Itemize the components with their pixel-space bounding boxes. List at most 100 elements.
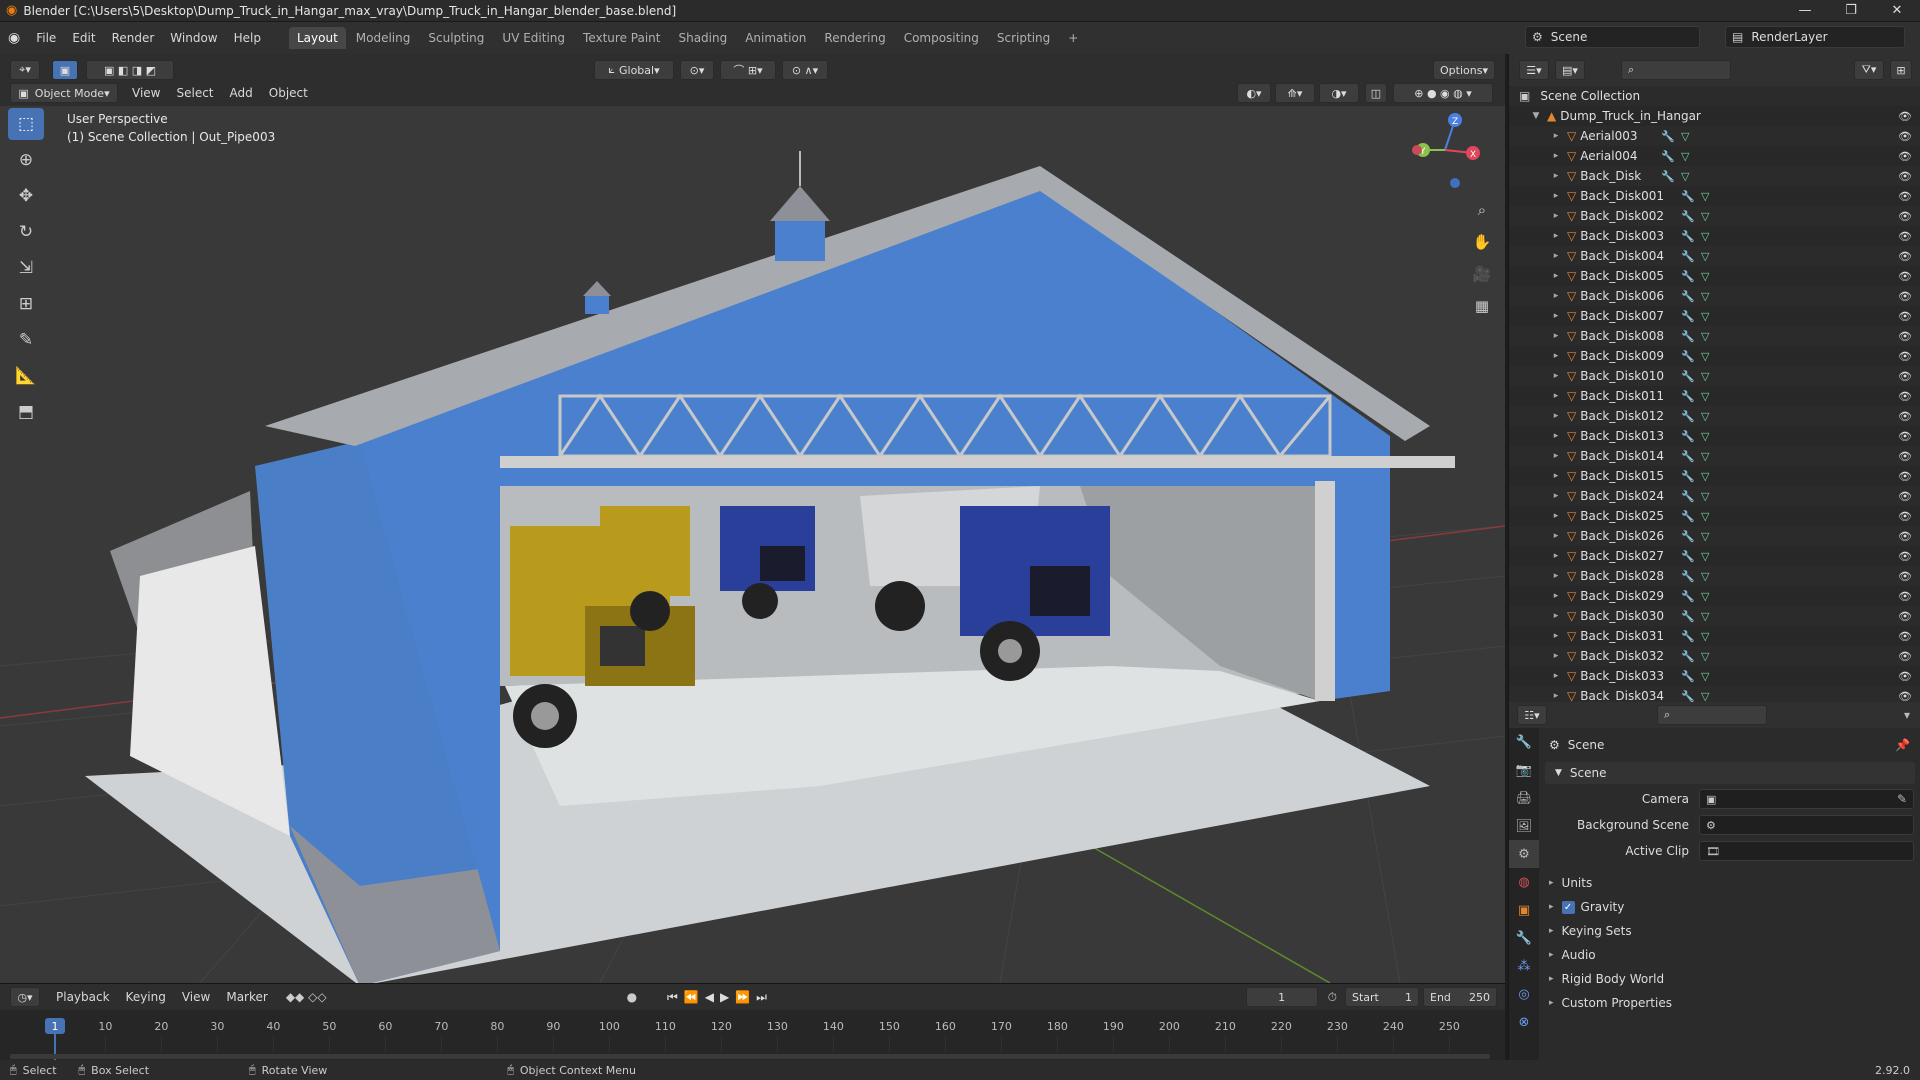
visibility-eye-icon[interactable]: 👁 [1898, 350, 1912, 363]
outliner-row-object[interactable]: ▸ ▽ Back_Disk028 🔧 ▽ 👁 [1509, 566, 1920, 586]
visibility-eye-icon[interactable]: 👁 [1898, 290, 1912, 303]
expand-arrow-icon[interactable]: ▸ [1549, 411, 1563, 421]
expand-arrow-icon[interactable]: ▸ [1549, 531, 1563, 541]
expand-arrow-icon[interactable]: ▸ [1549, 231, 1563, 241]
expand-arrow-icon[interactable]: ▸ [1549, 511, 1563, 521]
expand-arrow-icon[interactable]: ▸ [1549, 151, 1563, 161]
navigation-gizmo[interactable]: Z X Y [1405, 105, 1485, 195]
expand-arrow-icon[interactable]: ▸ [1549, 351, 1563, 361]
properties-search-input[interactable]: ⌕ [1657, 705, 1767, 725]
outliner-row-object[interactable]: ▸ ▽ Back_Disk010 🔧 ▽ 👁 [1509, 366, 1920, 386]
gravity-checkbox[interactable]: ✓ [1561, 900, 1575, 914]
outliner-row-object[interactable]: ▸ ▽ Back_Disk012 🔧 ▽ 👁 [1509, 406, 1920, 426]
mesh-data-icon[interactable]: ▽ [1701, 590, 1709, 603]
cursor-tool[interactable]: ⊕ [8, 144, 44, 176]
expand-arrow-icon[interactable]: ▸ [1549, 691, 1563, 701]
mesh-data-icon[interactable]: ▽ [1701, 610, 1709, 623]
menu-edit[interactable]: Edit [64, 31, 103, 45]
expand-arrow-icon[interactable]: ▸ [1549, 451, 1563, 461]
minimize-button[interactable]: — [1782, 0, 1828, 22]
visibility-eye-icon[interactable]: 👁 [1898, 670, 1912, 683]
visibility-eye-icon[interactable]: 👁 [1898, 230, 1912, 243]
expand-arrow-icon[interactable]: ▸ [1549, 631, 1563, 641]
modifier-wrench-icon[interactable]: 🔧 [1681, 330, 1695, 343]
mesh-data-icon[interactable]: ▽ [1701, 410, 1709, 423]
tab-tool[interactable]: 🔧 [1509, 728, 1539, 756]
tab-sculpting[interactable]: Sculpting [420, 27, 492, 49]
annotate-tool[interactable]: ✎ [8, 324, 44, 356]
viewport-menu-view[interactable]: View [124, 86, 168, 100]
mesh-data-icon[interactable]: ▽ [1701, 290, 1709, 303]
outliner-row-object[interactable]: ▸ ▽ Aerial004 🔧 ▽ 👁 [1509, 146, 1920, 166]
outliner-search-input[interactable]: ⌕ [1621, 60, 1731, 80]
modifier-wrench-icon[interactable]: 🔧 [1681, 410, 1695, 423]
filter-button[interactable]: ⛛▾ [1854, 60, 1884, 80]
section-header-gravity[interactable]: ▸ ✓ Gravity [1549, 896, 1915, 918]
modifier-wrench-icon[interactable]: 🔧 [1661, 130, 1675, 143]
collapse-arrow-icon[interactable]: ▼ [1529, 111, 1543, 121]
expand-arrow-icon[interactable]: ▸ [1549, 131, 1563, 141]
expand-arrow-icon[interactable]: ▸ [1549, 191, 1563, 201]
timeline-scrollbar[interactable] [10, 1054, 1490, 1059]
selection-mode-buttons[interactable]: ▣ ◧ ◨ ◩ [86, 60, 174, 80]
tab-particles[interactable]: ⁂ [1509, 952, 1539, 980]
outliner-row-object[interactable]: ▸ ▽ Back_Disk033 🔧 ▽ 👁 [1509, 666, 1920, 686]
expand-arrow-icon[interactable]: ▸ [1549, 271, 1563, 281]
pin-icon[interactable]: 📌 [1895, 738, 1910, 752]
expand-arrow-icon[interactable]: ▸ [1549, 471, 1563, 481]
add-workspace-button[interactable]: + [1060, 27, 1086, 49]
modifier-wrench-icon[interactable]: 🔧 [1681, 270, 1695, 283]
playback-controls[interactable]: ⏮⏪◀▶⏩⏭ [667, 990, 773, 1005]
expand-arrow-icon[interactable]: ▸ [1549, 211, 1563, 221]
visibility-eye-icon[interactable]: 👁 [1898, 110, 1912, 123]
menu-window[interactable]: Window [162, 31, 225, 45]
mesh-data-icon[interactable]: ▽ [1701, 530, 1709, 543]
mesh-data-icon[interactable]: ▽ [1701, 210, 1709, 223]
outliner-row-object[interactable]: ▸ ▽ Back_Disk006 🔧 ▽ 👁 [1509, 286, 1920, 306]
outliner-row-object[interactable]: ▸ ▽ Back_Disk025 🔧 ▽ 👁 [1509, 506, 1920, 526]
expand-arrow-icon[interactable]: ▸ [1549, 331, 1563, 341]
visibility-eye-icon[interactable]: 👁 [1898, 470, 1912, 483]
tab-scene[interactable]: ⚙ [1509, 840, 1539, 868]
visibility-eye-icon[interactable]: 👁 [1898, 550, 1912, 563]
outliner-row-object[interactable]: ▸ ▽ Back_Disk004 🔧 ▽ 👁 [1509, 246, 1920, 266]
outliner-row-object[interactable]: ▸ ▽ Back_Disk013 🔧 ▽ 👁 [1509, 426, 1920, 446]
modifier-wrench-icon[interactable]: 🔧 [1681, 430, 1695, 443]
expand-arrow-icon[interactable]: ▸ [1549, 611, 1563, 621]
field-input-background-scene[interactable]: ⚙ [1699, 815, 1914, 835]
gizmo-toggle-button[interactable]: ⟰▾ [1275, 83, 1315, 103]
scene-panel-header[interactable]: ▼ Scene [1545, 762, 1915, 784]
mesh-data-icon[interactable]: ▽ [1681, 130, 1689, 143]
properties-editor-type-button[interactable]: ☷▾ [1517, 705, 1547, 725]
tab-object[interactable]: ▣ [1509, 896, 1539, 924]
outliner-row-object[interactable]: ▸ ▽ Back_Disk007 🔧 ▽ 👁 [1509, 306, 1920, 326]
tab-uv-editing[interactable]: UV Editing [494, 27, 573, 49]
outliner-row-object[interactable]: ▸ ▽ Back_Disk008 🔧 ▽ 👁 [1509, 326, 1920, 346]
visibility-eye-icon[interactable]: 👁 [1898, 430, 1912, 443]
outliner-row-object[interactable]: ▸ ▽ Back_Disk014 🔧 ▽ 👁 [1509, 446, 1920, 466]
mesh-data-icon[interactable]: ▽ [1701, 470, 1709, 483]
tab-rendering[interactable]: Rendering [816, 27, 893, 49]
menu-help[interactable]: Help [226, 31, 269, 45]
outliner-row-object[interactable]: ▸ ▽ Back_Disk029 🔧 ▽ 👁 [1509, 586, 1920, 606]
3d-viewport[interactable] [0, 106, 1505, 983]
outliner-row-object[interactable]: ▸ ▽ Back_Disk027 🔧 ▽ 👁 [1509, 546, 1920, 566]
move-tool[interactable]: ✥ [8, 180, 44, 212]
tab-view-layer[interactable]: 🖼 [1509, 812, 1539, 840]
modifier-wrench-icon[interactable]: 🔧 [1681, 510, 1695, 523]
visibility-eye-icon[interactable]: 👁 [1898, 250, 1912, 263]
mesh-data-icon[interactable]: ▽ [1701, 670, 1709, 683]
mesh-data-icon[interactable]: ▽ [1701, 650, 1709, 663]
outliner-row-object[interactable]: ▸ ▽ Back_Disk011 🔧 ▽ 👁 [1509, 386, 1920, 406]
visibility-eye-icon[interactable]: 👁 [1898, 630, 1912, 643]
field-input-active-clip[interactable]: 🎞 [1699, 841, 1914, 861]
visibility-eye-icon[interactable]: 👁 [1898, 170, 1912, 183]
modifier-wrench-icon[interactable]: 🔧 [1681, 590, 1695, 603]
visibility-eye-icon[interactable]: 👁 [1898, 310, 1912, 323]
visibility-eye-icon[interactable]: 👁 [1898, 410, 1912, 423]
camera-icon[interactable]: 🎥 [1468, 260, 1496, 288]
properties-options-icon[interactable]: ▾ [1904, 708, 1910, 722]
options-dropdown[interactable]: Options ▾ [1433, 60, 1495, 80]
visibility-eye-icon[interactable]: 👁 [1898, 650, 1912, 663]
expand-arrow-icon[interactable]: ▸ [1549, 551, 1563, 561]
